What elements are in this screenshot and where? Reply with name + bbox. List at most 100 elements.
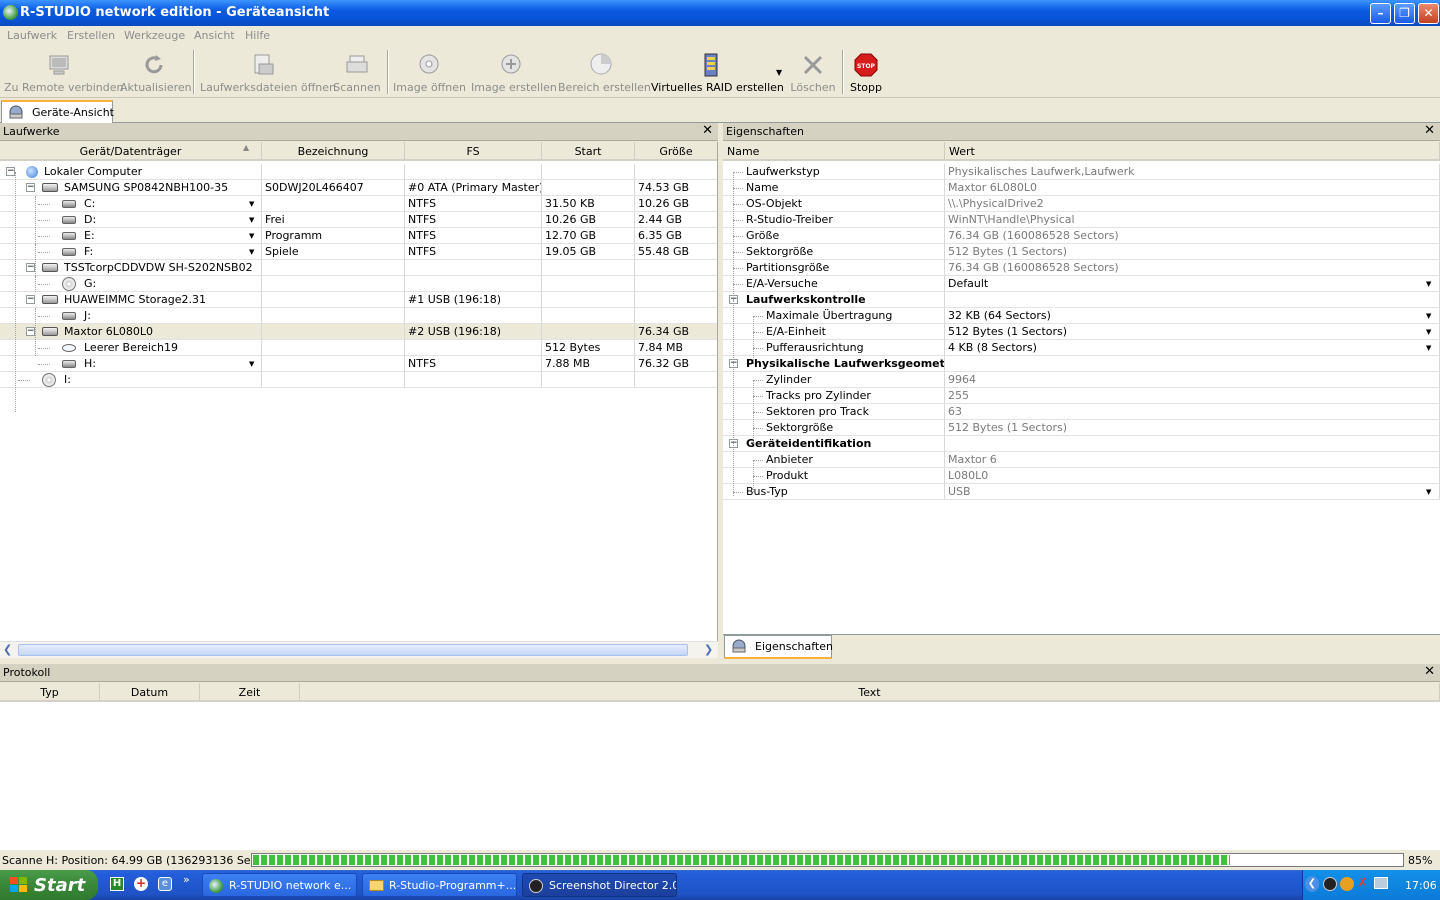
tab-device-view[interactable]: Geräte-Ansicht (1, 100, 114, 123)
connect-remote-button[interactable]: Zu Remote verbinden (4, 50, 123, 96)
create-region-button[interactable]: Bereich erstellen (558, 50, 651, 96)
quicklaunch-plus-icon[interactable]: + (134, 877, 148, 891)
tray-shield-icon[interactable] (1340, 877, 1354, 891)
properties-panel-close-icon[interactable]: ✕ (1424, 123, 1435, 139)
scan-button[interactable]: Scannen (333, 50, 381, 96)
menu-hilfe[interactable]: Hilfe (245, 29, 270, 42)
col-label[interactable]: Bezeichnung (262, 142, 405, 161)
drive-row[interactable]: I: (0, 372, 717, 388)
property-dropdown-icon[interactable]: ▼ (1426, 280, 1431, 288)
property-value[interactable]: 512 Bytes (1 Sectors) (948, 325, 1067, 338)
property-row[interactable]: Größe 76.34 GB (160086528 Sectors) (723, 228, 1440, 244)
restore-button[interactable]: ❐ (1394, 3, 1415, 24)
collapse-toggle-icon[interactable]: − (26, 183, 35, 192)
drive-row[interactable]: F: ▼ Spiele NTFS 19.05 GB 55.48 GB (0, 244, 717, 260)
property-row[interactable]: E/A-Einheit 512 Bytes (1 Sectors) ▼ (723, 324, 1440, 340)
property-row[interactable]: OS-Objekt \\.\PhysicalDrive2 (723, 196, 1440, 212)
property-row[interactable]: Name Maxtor 6L080L0 (723, 180, 1440, 196)
property-dropdown-icon[interactable]: ▼ (1426, 344, 1431, 352)
drive-dropdown-icon[interactable]: ▼ (249, 360, 254, 368)
drive-dropdown-icon[interactable]: ▼ (249, 248, 254, 256)
property-dropdown-icon[interactable]: ▼ (1426, 488, 1431, 496)
property-row[interactable]: E/A-Versuche Default ▼ (723, 276, 1440, 292)
refresh-button[interactable]: Aktualisieren (120, 50, 192, 96)
open-image-button[interactable]: Image öffnen (393, 50, 466, 96)
property-row[interactable]: R-Studio-Treiber WinNT\Handle\Physical (723, 212, 1440, 228)
col-log-time[interactable]: Zeit (200, 683, 300, 702)
property-row[interactable]: Partitionsgröße 76.34 GB (160086528 Secto… (723, 260, 1440, 276)
property-row[interactable]: Laufwerkstyp Physikalisches Laufwerk,Lauf… (723, 164, 1440, 180)
property-value[interactable]: 32 KB (64 Sectors) (948, 309, 1051, 322)
property-row[interactable]: Bus-Typ USB ▼ (723, 484, 1440, 500)
tray-app-icon[interactable] (1323, 877, 1337, 891)
col-log-text[interactable]: Text (300, 683, 1440, 702)
property-dropdown-icon[interactable]: ▼ (1426, 312, 1431, 320)
drive-dropdown-icon[interactable]: ▼ (249, 232, 254, 240)
quicklaunch-more-icon[interactable]: » (183, 873, 190, 886)
property-row[interactable]: Produkt L080L0 (723, 468, 1440, 484)
menu-ansicht[interactable]: Ansicht (194, 29, 235, 42)
property-row[interactable]: Pufferausrichtung 4 KB (8 Sectors) ▼ (723, 340, 1440, 356)
tab-properties[interactable]: Eigenschaften (724, 635, 833, 659)
collapse-toggle-icon[interactable]: − (26, 327, 35, 336)
property-row[interactable]: Anbieter Maxtor 6 (723, 452, 1440, 468)
collapse-toggle-icon[interactable]: − (26, 295, 35, 304)
property-row[interactable]: Tracks pro Zylinder 255 (723, 388, 1440, 404)
drive-row[interactable]: D: ▼ Frei NTFS 10.26 GB 2.44 GB (0, 212, 717, 228)
drive-row[interactable]: − Maxtor 6L080L0 #2 USB (196:18) 76.34 GB (0, 324, 717, 340)
property-row[interactable]: Zylinder 9964 (723, 372, 1440, 388)
drive-row[interactable]: E: ▼ Programm NTFS 12.70 GB 6.35 GB (0, 228, 717, 244)
col-log-type[interactable]: Typ (0, 683, 100, 702)
menu-werkzeuge[interactable]: Werkzeuge (124, 29, 185, 42)
scroll-left-icon[interactable]: ❮ (3, 643, 12, 656)
col-size[interactable]: Größe (635, 142, 717, 161)
menu-laufwerk[interactable]: Laufwerk (7, 29, 57, 42)
col-prop-name[interactable]: Name (723, 142, 945, 161)
tray-network-icon[interactable] (1374, 877, 1388, 889)
property-row[interactable]: Sektorgröße 512 Bytes (1 Sectors) (723, 244, 1440, 260)
quicklaunch-browser-icon[interactable]: e (158, 877, 172, 891)
drive-row[interactable]: − HUAWEIMMC Storage2.31 #1 USB (196:18) (0, 292, 717, 308)
drives-horizontal-scrollbar[interactable]: ❮ ❯ (0, 641, 718, 658)
property-group[interactable]: − Physikalische Laufwerksgeometrie (723, 356, 1440, 372)
scroll-right-icon[interactable]: ❯ (704, 643, 713, 656)
col-log-date[interactable]: Datum (100, 683, 200, 702)
drive-row[interactable]: − Lokaler Computer (0, 164, 717, 180)
col-prop-value[interactable]: Wert (945, 142, 1440, 161)
property-dropdown-icon[interactable]: ▼ (1426, 328, 1431, 336)
drive-row[interactable]: − SAMSUNG SP0842NBH100-35 S0DWJ20L466407 #0… (0, 180, 717, 196)
create-image-button[interactable]: Image erstellen (471, 50, 557, 96)
log-panel-close-icon[interactable]: ✕ (1424, 664, 1435, 680)
drive-dropdown-icon[interactable]: ▼ (249, 200, 254, 208)
minimize-button[interactable]: – (1370, 3, 1391, 24)
property-row[interactable]: Sektorgröße 512 Bytes (1 Sectors) (723, 420, 1440, 436)
open-drive-files-button[interactable]: Laufwerksdateien öffnen (200, 50, 336, 96)
drive-dropdown-icon[interactable]: ▼ (249, 216, 254, 224)
collapse-toggle-icon[interactable]: − (26, 263, 35, 272)
property-group[interactable]: − Geräteidentifikation (723, 436, 1440, 452)
task-screenshot-director[interactable]: Screenshot Director 2.0 (522, 873, 677, 897)
drive-row[interactable]: C: ▼ NTFS 31.50 KB 10.26 GB (0, 196, 717, 212)
drive-row[interactable]: − TSSTcorpCDDVDW SH-S202NSB02 (0, 260, 717, 276)
drive-row[interactable]: J: (0, 308, 717, 324)
property-value[interactable]: Default (948, 277, 988, 290)
task-folder[interactable]: R-Studio-Programm+... (362, 873, 517, 897)
property-row[interactable]: Maximale Übertragung 32 KB (64 Sectors) ▼ (723, 308, 1440, 324)
stop-button[interactable]: STOP Stopp (848, 50, 884, 96)
delete-button[interactable]: Löschen (789, 50, 837, 96)
task-rstudio[interactable]: R-STUDIO network e... (202, 873, 357, 897)
tray-expand-icon[interactable]: ❮ (1305, 876, 1319, 892)
property-value[interactable]: 4 KB (8 Sectors) (948, 341, 1037, 354)
tray-antivirus-icon[interactable]: ✗ (1357, 877, 1371, 891)
virtual-raid-dropdown-icon[interactable]: ▼ (776, 68, 782, 77)
drive-row[interactable]: G: (0, 276, 717, 292)
start-button[interactable]: Start (0, 870, 98, 900)
drive-row[interactable]: Leerer Bereich19 512 Bytes 7.84 MB (0, 340, 717, 356)
quicklaunch-app-icon[interactable]: H (110, 877, 124, 891)
virtual-raid-button[interactable]: Virtuelles RAID erstellen (651, 50, 784, 96)
col-device[interactable]: Gerät/Datenträger ▲ (0, 142, 262, 161)
property-row[interactable]: Sektoren pro Track 63 (723, 404, 1440, 420)
menu-erstellen[interactable]: Erstellen (67, 29, 115, 42)
drive-row[interactable]: H: ▼ NTFS 7.88 MB 76.32 GB (0, 356, 717, 372)
col-start[interactable]: Start (542, 142, 635, 161)
